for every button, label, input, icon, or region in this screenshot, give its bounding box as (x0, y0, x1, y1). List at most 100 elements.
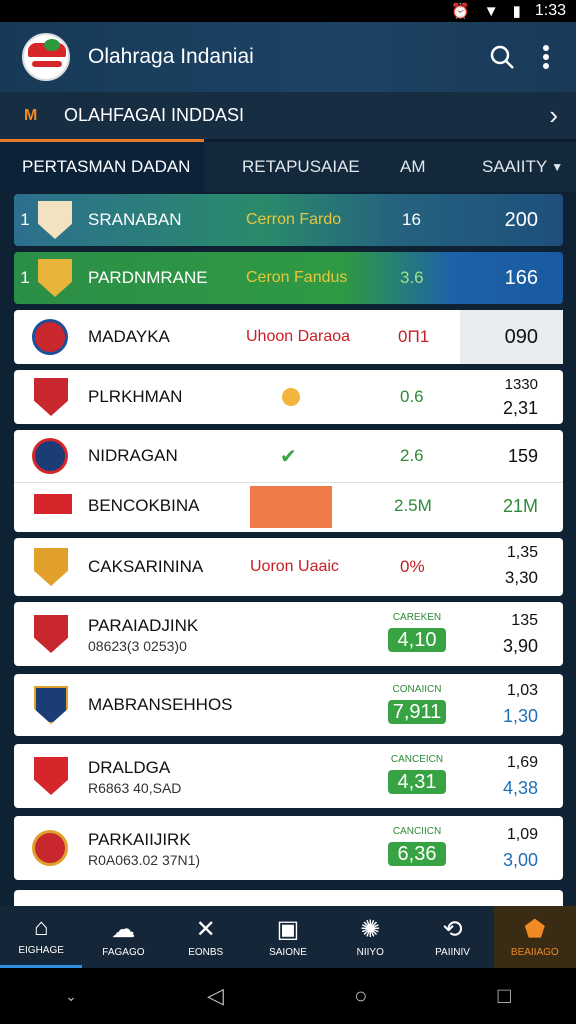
table-row[interactable]: 1 SRANABAN Cerron Fardo 16 200 (14, 194, 563, 246)
team-crest-icon (32, 319, 68, 355)
search-button[interactable] (480, 35, 524, 79)
nav-beaiiago[interactable]: ⬟ BEAIIAGO (493, 906, 576, 968)
stat-value: 2.5M (394, 496, 432, 515)
points-value: 1,09 (506, 826, 538, 843)
table-row[interactable]: PLRKHMAN 0.6 1330 2,31 (14, 370, 563, 424)
nav-label: PAIINIV (435, 946, 470, 958)
points-value: 1,03 (506, 682, 538, 699)
nav-label: EONBS (188, 946, 224, 958)
chevron-down-icon: ▼ (551, 160, 564, 174)
home-circle-icon[interactable]: ○ (354, 983, 367, 1009)
home-icon: ⌂ (33, 914, 49, 941)
standings-list: 1 SRANABAN Cerron Fardo 16 200 1 PARDNMR… (0, 192, 576, 906)
points-secondary: 1,30 (502, 706, 538, 726)
app-title: Olahraga Indaniai (88, 45, 254, 68)
table-row[interactable] (14, 890, 563, 906)
team-name: SRANABAN (88, 210, 182, 229)
table-row[interactable]: PARKAIIJIRK R0A063.02 37N1) CANCIICN 6,3… (14, 816, 563, 880)
team-crest-icon (34, 378, 68, 416)
nav-fagago[interactable]: ☁ FAGAGO (82, 906, 164, 968)
alarm-icon: ⏰ (451, 3, 470, 20)
stat-value: 0Π1 (398, 327, 430, 346)
points-value: 1,69 (506, 754, 538, 771)
app-logo (22, 33, 70, 81)
tab-am[interactable]: AM (400, 142, 460, 192)
team-name: PLRKHMAN (88, 387, 183, 406)
system-nav: ⌄ ◁ ○ □ (0, 968, 576, 1024)
app-bar: Olahraga Indaniai (0, 22, 576, 92)
trend-up-icon: ✔ (280, 446, 297, 468)
table-row[interactable]: MADAYKA Uhoon Daraoa 0Π1 090 (14, 310, 563, 364)
table-row[interactable]: 1 PARDNMRANE Ceron Fandus 3.6 166 (14, 252, 563, 304)
chevron-right-icon: › (549, 100, 558, 130)
table-row[interactable]: PARAIADJINK 08623(3 0253)0 CAREKEN 4,10 … (14, 602, 563, 666)
wifi-icon: ▼ (483, 2, 499, 20)
team-detail: Uhoon Daraoa (246, 328, 351, 345)
pill-label: CANCIICN (392, 826, 442, 837)
team-crest-icon (34, 615, 68, 653)
team-name: MADAYKA (88, 327, 170, 346)
refresh-icon: ⟲ (442, 915, 463, 943)
score-pill: 7,911 (388, 700, 446, 724)
pill-label: CONAIICN (392, 684, 442, 695)
section-header[interactable]: M OLAHFAGAI INDDASI › (0, 92, 576, 142)
team-crest-icon (38, 259, 72, 297)
status-time: 1:33 (534, 2, 566, 19)
more-button[interactable] (524, 35, 568, 79)
team-detail: Cerron Fardo (246, 211, 342, 228)
pill-label: CAREKEN (392, 612, 442, 623)
points-value: 090 (504, 325, 538, 348)
score-pill: 6,36 (388, 842, 446, 866)
calendar-icon: ▣ (276, 915, 300, 943)
more-vert-icon (543, 45, 549, 69)
points-value: 166 (504, 266, 538, 289)
points-value: 21M (502, 496, 538, 516)
chevron-down-icon[interactable]: ⌄ (65, 988, 77, 1005)
points-secondary: 4,38 (502, 778, 538, 798)
nav-label: BEAIIAGO (510, 946, 559, 958)
team-subtitle: R6863 40,SAD (88, 780, 182, 796)
nav-paiiniv[interactable]: ⟲ PAIINIV (411, 906, 493, 968)
nav-home[interactable]: ⌂ EIGHAGE (0, 906, 83, 968)
team-name: PARAIADJINK (88, 616, 199, 635)
table-row[interactable]: MABRANSEHHOS CONAIICN 7,911 1,03 1,30 (14, 674, 563, 736)
team-name: MABRANSEHHOS (88, 695, 233, 714)
points-secondary: 2,31 (502, 398, 538, 418)
team-subtitle: R0A063.02 37N1) (88, 852, 201, 868)
points-value: 200 (504, 208, 538, 231)
table-row[interactable]: NIDRAGAN ✔ 2.6 159 BENCOKBINA 2.5M 21M (14, 430, 563, 532)
tab-pertasman[interactable]: PERTASMAN DADAN (0, 142, 204, 192)
points-secondary: 3,30 (504, 568, 538, 587)
section-badge: M (24, 106, 38, 124)
recents-icon[interactable]: □ (498, 983, 511, 1009)
tab-saaiity-label: SAAIITY (482, 157, 548, 176)
table-row[interactable]: DRALDGA R6863 40,SAD CANCEICN 4,31 1,69 … (14, 744, 563, 808)
back-icon[interactable]: ◁ (207, 983, 224, 1009)
team-name: DRALDGA (88, 758, 171, 777)
points-value: 1,35 (506, 544, 538, 561)
stat-value: 3.6 (400, 268, 424, 287)
team-detail: Uoron Uaaic (250, 558, 339, 575)
team-name: PARDNMRANE (88, 268, 208, 287)
points-secondary: 3,00 (502, 850, 538, 870)
nav-label: NIIYO (356, 946, 384, 958)
team-crest-icon (34, 757, 68, 795)
nav-niiyo[interactable]: ✺ NIIYO (329, 906, 411, 968)
highlight-badge (250, 486, 332, 528)
flag-icon (34, 494, 72, 514)
points-value: 135 (511, 612, 538, 629)
team-crest-icon (32, 438, 68, 474)
table-row[interactable]: CAKSARININA Uoron Uaaic 0% 1,35 3,30 (14, 538, 563, 596)
tab-retapusaiae[interactable]: RETAPUSAIAE (242, 142, 372, 192)
points-value: 1330 (504, 376, 538, 393)
nav-saione[interactable]: ▣ SAIONE (247, 906, 329, 968)
stat-value: 2.6 (400, 446, 424, 465)
team-subtitle: 08623(3 0253)0 (88, 638, 187, 654)
nav-label: SAIONE (269, 946, 307, 958)
team-detail: Ceron Fandus (246, 269, 348, 286)
nav-eonbs[interactable]: ✕ EONBS (165, 906, 247, 968)
badge-icon: ⬟ (524, 915, 546, 943)
rank: 1 (20, 210, 30, 229)
tab-saaiity[interactable]: SAAIITY ▼ (482, 142, 563, 192)
pill-label: CANCEICN (390, 754, 444, 765)
